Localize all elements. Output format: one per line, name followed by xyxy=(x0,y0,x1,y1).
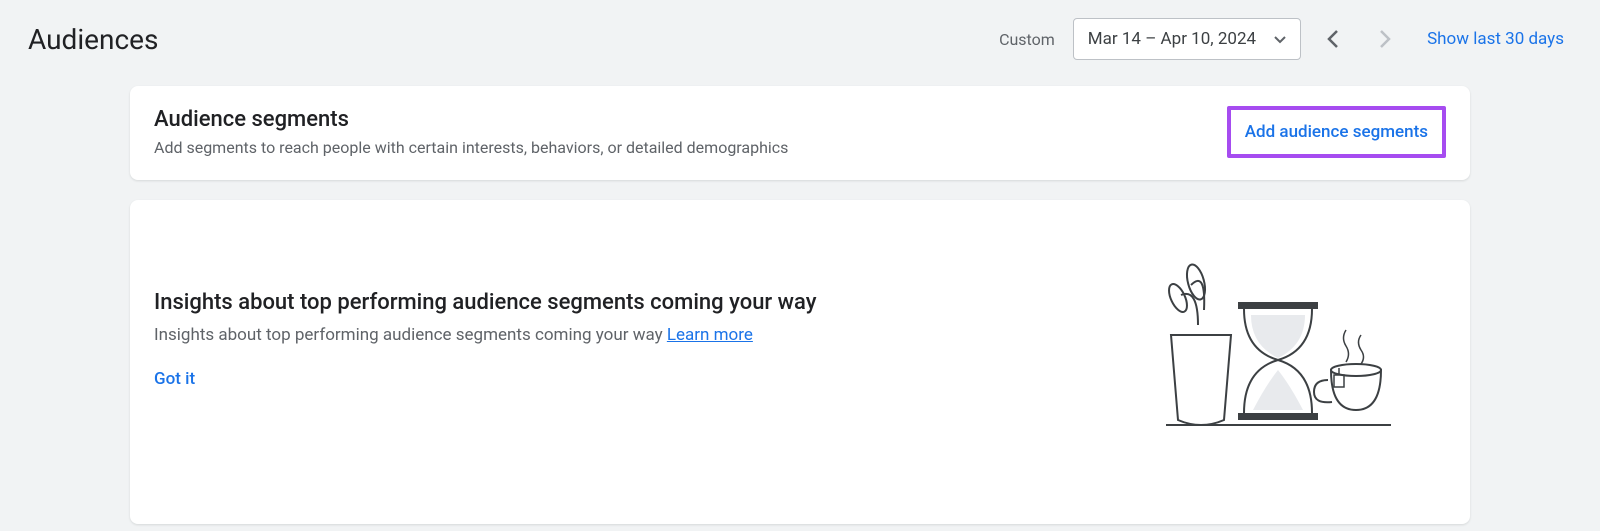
add-audience-segments-button[interactable]: Add audience segments xyxy=(1227,106,1446,158)
page-title: Audiences xyxy=(28,23,158,56)
date-range-value: Mar 14 – Apr 10, 2024 xyxy=(1088,29,1256,49)
segments-card-title: Audience segments xyxy=(154,107,788,132)
audience-segments-card: Audience segments Add segments to reach … xyxy=(130,86,1470,180)
header-controls: Custom Mar 14 – Apr 10, 2024 Show last 3… xyxy=(999,18,1572,60)
previous-period-button[interactable] xyxy=(1313,19,1353,59)
next-period-button[interactable] xyxy=(1365,19,1405,59)
insights-description: Insights about top performing audience s… xyxy=(154,325,816,345)
date-range-picker[interactable]: Mar 14 – Apr 10, 2024 xyxy=(1073,18,1301,60)
segments-card-subtitle: Add segments to reach people with certai… xyxy=(154,138,788,157)
insights-title: Insights about top performing audience s… xyxy=(154,290,816,315)
insights-card: Insights about top performing audience s… xyxy=(130,200,1470,524)
got-it-button[interactable]: Got it xyxy=(154,369,195,389)
date-range-type-label: Custom xyxy=(999,30,1055,49)
chevron-down-icon xyxy=(1274,29,1286,49)
learn-more-link[interactable]: Learn more xyxy=(667,325,753,345)
insights-illustration xyxy=(1156,260,1396,444)
show-last-30-days-link[interactable]: Show last 30 days xyxy=(1427,29,1564,49)
insights-desc-text: Insights about top performing audience s… xyxy=(154,325,663,345)
